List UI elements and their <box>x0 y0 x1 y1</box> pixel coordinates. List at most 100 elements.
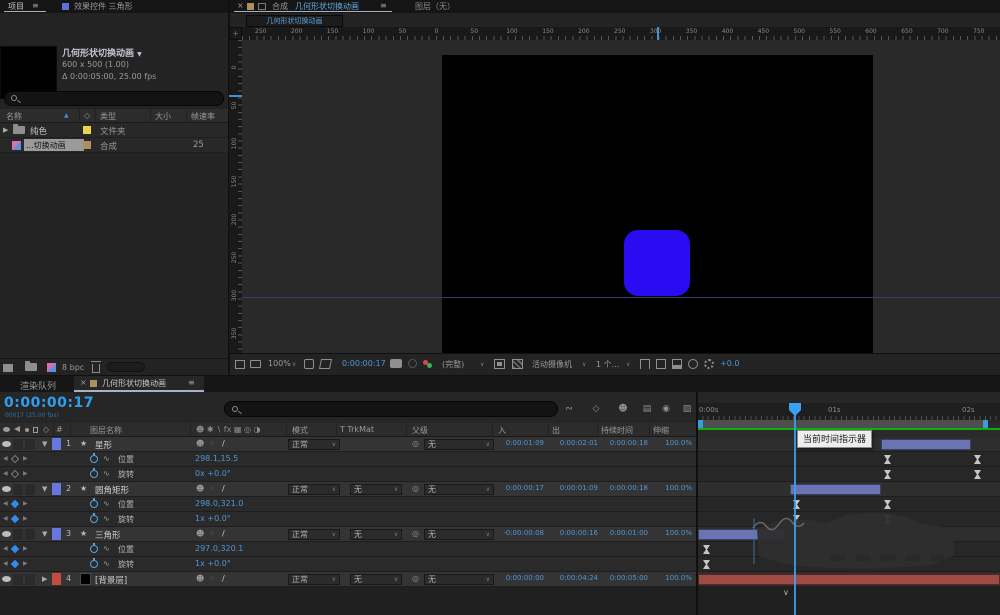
item-name[interactable]: 纯色 <box>30 125 47 137</box>
draft-3d-icon[interactable]: ◇ <box>590 403 602 415</box>
layer-label-swatch[interactable] <box>52 438 61 450</box>
trkmat-select[interactable]: 无∨ <box>350 484 402 495</box>
property-name[interactable]: 位置 <box>118 499 134 510</box>
current-time-indicator-line[interactable] <box>794 403 796 615</box>
next-keyframe-icon[interactable]: ▶ <box>23 470 28 477</box>
active-camera-select[interactable]: 活动摄像机 <box>532 359 572 370</box>
layer-out-time[interactable]: 0:00:00:16 <box>548 529 598 537</box>
tab-layer-none[interactable]: 图层（无） <box>415 1 455 12</box>
magnification-select[interactable]: 100% <box>268 359 291 368</box>
collapse-switch-icon[interactable]: ✧ <box>209 574 216 583</box>
layer-name[interactable]: 星形 <box>95 439 112 451</box>
quality-switch-icon[interactable]: / <box>222 439 225 448</box>
layer-in-time[interactable]: 0:00:00:00 <box>488 574 544 582</box>
work-area-end-handle[interactable] <box>983 420 988 428</box>
graph-toggle-icon[interactable]: ∿ <box>103 499 110 508</box>
view-layout-arrow-icon[interactable]: ∨ <box>626 361 630 368</box>
stopwatch-icon[interactable] <box>90 545 98 553</box>
sort-asc-icon[interactable]: ▲ <box>64 112 69 119</box>
pixel-aspect-icon[interactable] <box>640 359 650 369</box>
tab-timeline-comp[interactable]: × 几何形状切换动画 ≡ <box>74 376 204 392</box>
region-of-interest-icon[interactable] <box>494 359 505 369</box>
solo-cell[interactable] <box>25 439 35 450</box>
viewer-panel-menu-icon[interactable]: ≡ <box>380 1 387 10</box>
layer-duration[interactable]: 0:00:00:18 <box>600 484 648 492</box>
keyframe-icon[interactable] <box>974 470 981 479</box>
video-column-eye-icon[interactable] <box>3 427 10 432</box>
expand-open-icon[interactable]: ▼ <box>42 440 47 448</box>
solo-column-icon[interactable] <box>25 428 29 432</box>
layer-visibility-eye-icon[interactable] <box>2 576 11 582</box>
close-icon[interactable]: × <box>237 1 244 10</box>
solo-cell[interactable] <box>25 484 35 495</box>
fast-previews-icon[interactable] <box>656 359 666 369</box>
trkmat-column-header[interactable]: T TrkMat <box>340 425 374 434</box>
horizontal-ruler[interactable]: 2502001501005005010015020025030035040045… <box>242 27 1000 40</box>
property-value[interactable]: 298.1,15.5 <box>195 454 238 463</box>
layer-out-time[interactable]: 0:00:01:09 <box>548 484 598 492</box>
frame-blending-icon[interactable]: ▤ <box>641 403 653 415</box>
number-column-header[interactable]: # <box>56 425 63 434</box>
next-keyframe-icon[interactable]: ▶ <box>23 500 28 507</box>
layer-duration[interactable]: 0:00:01:00 <box>600 529 648 537</box>
work-area-start-handle[interactable] <box>698 420 703 428</box>
parent-select[interactable]: 无∨ <box>424 529 494 540</box>
show-snapshot-icon[interactable] <box>408 359 417 368</box>
tab-render-queue[interactable]: 渲染队列 <box>20 379 56 392</box>
trash-icon[interactable] <box>92 364 100 373</box>
layer-in-time[interactable]: 0:00:01:09 <box>488 439 544 447</box>
layer-stretch[interactable]: 100.0% <box>650 574 692 582</box>
trkmat-select[interactable]: 无∨ <box>350 529 402 540</box>
layer-visibility-eye-icon[interactable] <box>2 441 11 447</box>
parent-pickwhip-icon[interactable]: ◎ <box>412 574 419 583</box>
timeline-search-input[interactable] <box>224 401 558 417</box>
keyframe-icon[interactable] <box>703 545 710 554</box>
hide-shy-layers-icon[interactable]: ☻ <box>617 403 629 415</box>
keyframe-icon[interactable] <box>884 470 891 479</box>
label-color-swatch[interactable] <box>83 126 91 134</box>
project-panel-menu-icon[interactable]: ≡ <box>32 1 39 10</box>
stopwatch-icon[interactable] <box>90 560 98 568</box>
comp-navigator-button[interactable]: 几何形状切换动画 <box>246 15 343 27</box>
property-value[interactable]: 297.0,320.1 <box>195 544 243 553</box>
stopwatch-icon[interactable] <box>90 515 98 523</box>
expand-open-icon[interactable]: ▼ <box>42 485 47 493</box>
prev-keyframe-icon[interactable]: ◀ <box>3 545 8 552</box>
stretch-column-header[interactable]: 伸缩 <box>653 425 669 436</box>
stopwatch-icon[interactable] <box>90 500 98 508</box>
exposure-value[interactable]: +0.0 <box>720 359 739 368</box>
resolution-arrow-icon[interactable]: ∨ <box>480 361 484 368</box>
property-value[interactable]: 1x +0.0° <box>195 514 231 523</box>
property-name[interactable]: 位置 <box>118 544 134 555</box>
column-fps[interactable]: 帧速率 <box>191 111 215 122</box>
grid-guides-icon[interactable] <box>304 359 314 369</box>
view-layout-select[interactable]: 1 个... <box>596 359 619 370</box>
layer-label-swatch[interactable] <box>52 528 61 540</box>
next-keyframe-icon[interactable]: ▶ <box>23 515 28 522</box>
ruler-origin-box[interactable]: + <box>229 27 242 40</box>
project-item-row[interactable]: ▶纯色文件夹 <box>0 123 228 138</box>
project-item-row[interactable]: ...切换动画合成25 <box>0 138 228 153</box>
audio-column-icon[interactable] <box>14 426 20 432</box>
stopwatch-icon[interactable] <box>90 470 98 478</box>
prev-keyframe-icon[interactable]: ◀ <box>3 560 8 567</box>
item-name-selected[interactable]: ...切换动画 <box>24 139 84 151</box>
shy-switch-icon[interactable]: ☻ <box>196 574 204 583</box>
property-name[interactable]: 旋转 <box>118 559 134 570</box>
layer-duration[interactable]: 0:00:00:18 <box>600 439 648 447</box>
label-column-icon[interactable]: ◇ <box>84 111 90 120</box>
quality-switch-icon[interactable]: / <box>222 484 225 493</box>
timeline-panel-menu-icon[interactable]: ≡ <box>188 378 195 387</box>
composition-canvas[interactable] <box>442 55 873 353</box>
layer-in-time[interactable]: 0:00:00:17 <box>488 484 544 492</box>
resolution-select[interactable]: (完整) <box>442 359 464 370</box>
parent-select[interactable]: 无∨ <box>424 439 494 450</box>
graph-toggle-icon[interactable]: ∿ <box>103 544 110 553</box>
lock-column-icon[interactable] <box>33 427 38 433</box>
blend-mode-select[interactable]: 正常∨ <box>288 439 340 450</box>
layer-visibility-eye-icon[interactable] <box>2 531 11 537</box>
lock-guides-icon[interactable] <box>258 3 266 10</box>
graph-toggle-icon[interactable]: ∿ <box>103 454 110 463</box>
keyframe-icon[interactable] <box>884 455 891 464</box>
label-column-icon[interactable]: ◇ <box>43 425 49 434</box>
